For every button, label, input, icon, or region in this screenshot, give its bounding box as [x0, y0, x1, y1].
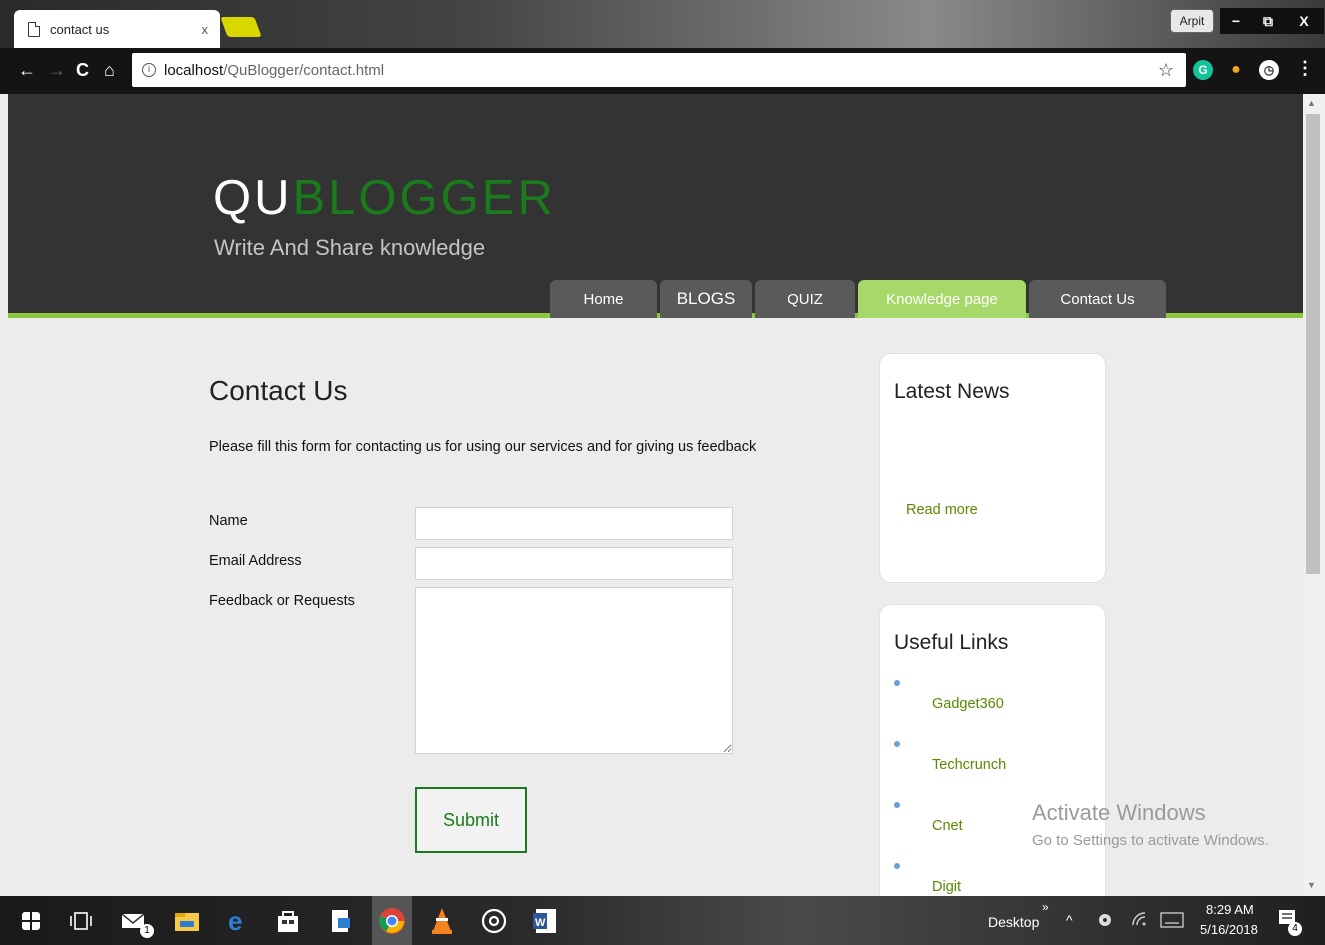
scrollbar-thumb[interactable]: [1306, 114, 1320, 574]
nav-home[interactable]: Home: [550, 280, 657, 318]
windows-start-icon[interactable]: [22, 912, 40, 930]
site-logo[interactable]: QUBLOGGER: [213, 170, 556, 226]
tab-close-icon[interactable]: x: [202, 22, 209, 37]
name-input[interactable]: [415, 507, 733, 540]
tab-title: contact us: [50, 21, 110, 37]
intro-text: Please fill this form for contacting us …: [209, 439, 757, 455]
back-icon[interactable]: ←: [18, 60, 36, 81]
word-icon[interactable]: W: [532, 907, 558, 935]
profile-button[interactable]: Arpit: [1170, 9, 1214, 33]
logo-blogger: BLOGGER: [292, 171, 556, 225]
notification-badge: 4: [1288, 922, 1302, 936]
bullet-icon: [894, 802, 900, 808]
bullet-icon: [894, 863, 900, 869]
email-label: Email Address: [209, 553, 302, 569]
forward-icon[interactable]: →: [48, 60, 66, 81]
email-input[interactable]: [415, 547, 733, 580]
nav-blogs[interactable]: BLOGS: [660, 280, 752, 318]
keyboard-icon[interactable]: [1160, 912, 1184, 928]
link-techcrunch[interactable]: Techcrunch: [932, 757, 1006, 773]
read-more-link[interactable]: Read more: [906, 502, 978, 518]
scroll-up-icon[interactable]: ▲: [1307, 98, 1316, 108]
activate-title: Activate Windows: [1032, 800, 1206, 825]
minimize-icon[interactable]: −: [1220, 8, 1252, 34]
grammarly-icon[interactable]: G: [1193, 60, 1213, 80]
restore-icon[interactable]: ⧉: [1252, 8, 1284, 34]
link-cnet[interactable]: Cnet: [932, 818, 963, 834]
list-item: Digit: [894, 863, 1094, 896]
desktop-toolbar-label[interactable]: Desktop: [988, 914, 1039, 930]
link-gadget360[interactable]: Gadget360: [932, 696, 1004, 712]
url-path: /QuBlogger/contact.html: [223, 61, 385, 79]
useful-links-card: Useful Links Gadget360 Techcrunch Cnet D…: [879, 604, 1106, 896]
task-view-icon[interactable]: [70, 911, 92, 931]
latest-news-card: Latest News Read more: [879, 353, 1106, 583]
chrome-icon[interactable]: [378, 907, 406, 935]
page-title: Contact Us: [209, 375, 348, 406]
page-icon: [28, 21, 40, 37]
address-bar[interactable]: i localhost /QuBlogger/contact.html ☆: [132, 53, 1186, 87]
bullet-icon: [894, 680, 900, 686]
link-digit[interactable]: Digit: [932, 879, 961, 895]
groove-music-icon[interactable]: [480, 907, 508, 935]
home-icon[interactable]: ⌂: [104, 60, 115, 81]
store-icon[interactable]: [276, 908, 300, 934]
site-header: QUBLOGGER Write And Share knowledge Home…: [8, 94, 1303, 318]
svg-text:W: W: [535, 917, 546, 929]
bookmark-star-icon[interactable]: ☆: [1158, 60, 1174, 81]
vlc-icon[interactable]: [430, 907, 454, 935]
nav-contact-us[interactable]: Contact Us: [1029, 280, 1166, 318]
window-controls: − ⧉ X: [1220, 8, 1324, 34]
activate-windows-watermark: Activate Windows Go to Settings to activ…: [1032, 800, 1269, 849]
clock-date[interactable]: 5/16/2018: [1200, 922, 1258, 937]
feedback-textarea[interactable]: [415, 587, 733, 754]
name-label: Name: [209, 513, 248, 529]
latest-news-title: Latest News: [894, 380, 1010, 403]
info-icon[interactable]: i: [142, 63, 156, 77]
url-host: localhost: [164, 61, 224, 79]
wifi-icon[interactable]: [1130, 910, 1148, 928]
close-window-icon[interactable]: X: [1284, 8, 1324, 34]
bulb-icon[interactable]: ●: [1226, 60, 1246, 80]
document-app-icon[interactable]: [330, 908, 352, 934]
windows-taskbar: 1 e W Desktop » ^ 8:29 AM 5/16/2018 4: [0, 896, 1325, 945]
browser-tab[interactable]: contact us x: [14, 10, 220, 48]
clock-time[interactable]: 8:29 AM: [1206, 902, 1254, 917]
nav-quiz[interactable]: QUIZ: [755, 280, 855, 318]
browser-titlebar: contact us x Arpit − ⧉ X: [0, 0, 1325, 48]
nav-knowledge-page[interactable]: Knowledge page: [858, 280, 1026, 318]
feedback-label: Feedback or Requests: [209, 593, 355, 609]
activate-subtitle: Go to Settings to activate Windows.: [1032, 832, 1269, 849]
gauge-icon[interactable]: ◷: [1259, 60, 1279, 80]
list-item: Techcrunch: [894, 741, 1094, 779]
network-status-icon[interactable]: [1096, 912, 1114, 928]
new-tab-button[interactable]: [220, 17, 262, 37]
file-explorer-icon[interactable]: [174, 910, 200, 932]
site-tagline: Write And Share knowledge: [214, 235, 486, 260]
submit-button[interactable]: Submit: [415, 787, 527, 853]
web-page: QUBLOGGER Write And Share knowledge Home…: [8, 94, 1303, 896]
browser-menu-icon[interactable]: ⋮: [1296, 58, 1314, 79]
show-hidden-icons-icon[interactable]: ^: [1066, 912, 1073, 928]
logo-qu: QU: [213, 171, 293, 225]
toolbar-expand-icon[interactable]: »: [1042, 900, 1049, 914]
mail-badge: 1: [140, 924, 154, 938]
scroll-down-icon[interactable]: ▼: [1307, 880, 1316, 890]
bullet-icon: [894, 741, 900, 747]
reload-icon[interactable]: C: [76, 60, 89, 81]
edge-icon[interactable]: e: [226, 908, 250, 934]
svg-text:e: e: [228, 908, 242, 934]
useful-links-title: Useful Links: [894, 631, 1009, 654]
page-scrollbar[interactable]: ▲ ▼: [1303, 94, 1325, 896]
list-item: Gadget360: [894, 680, 1094, 718]
